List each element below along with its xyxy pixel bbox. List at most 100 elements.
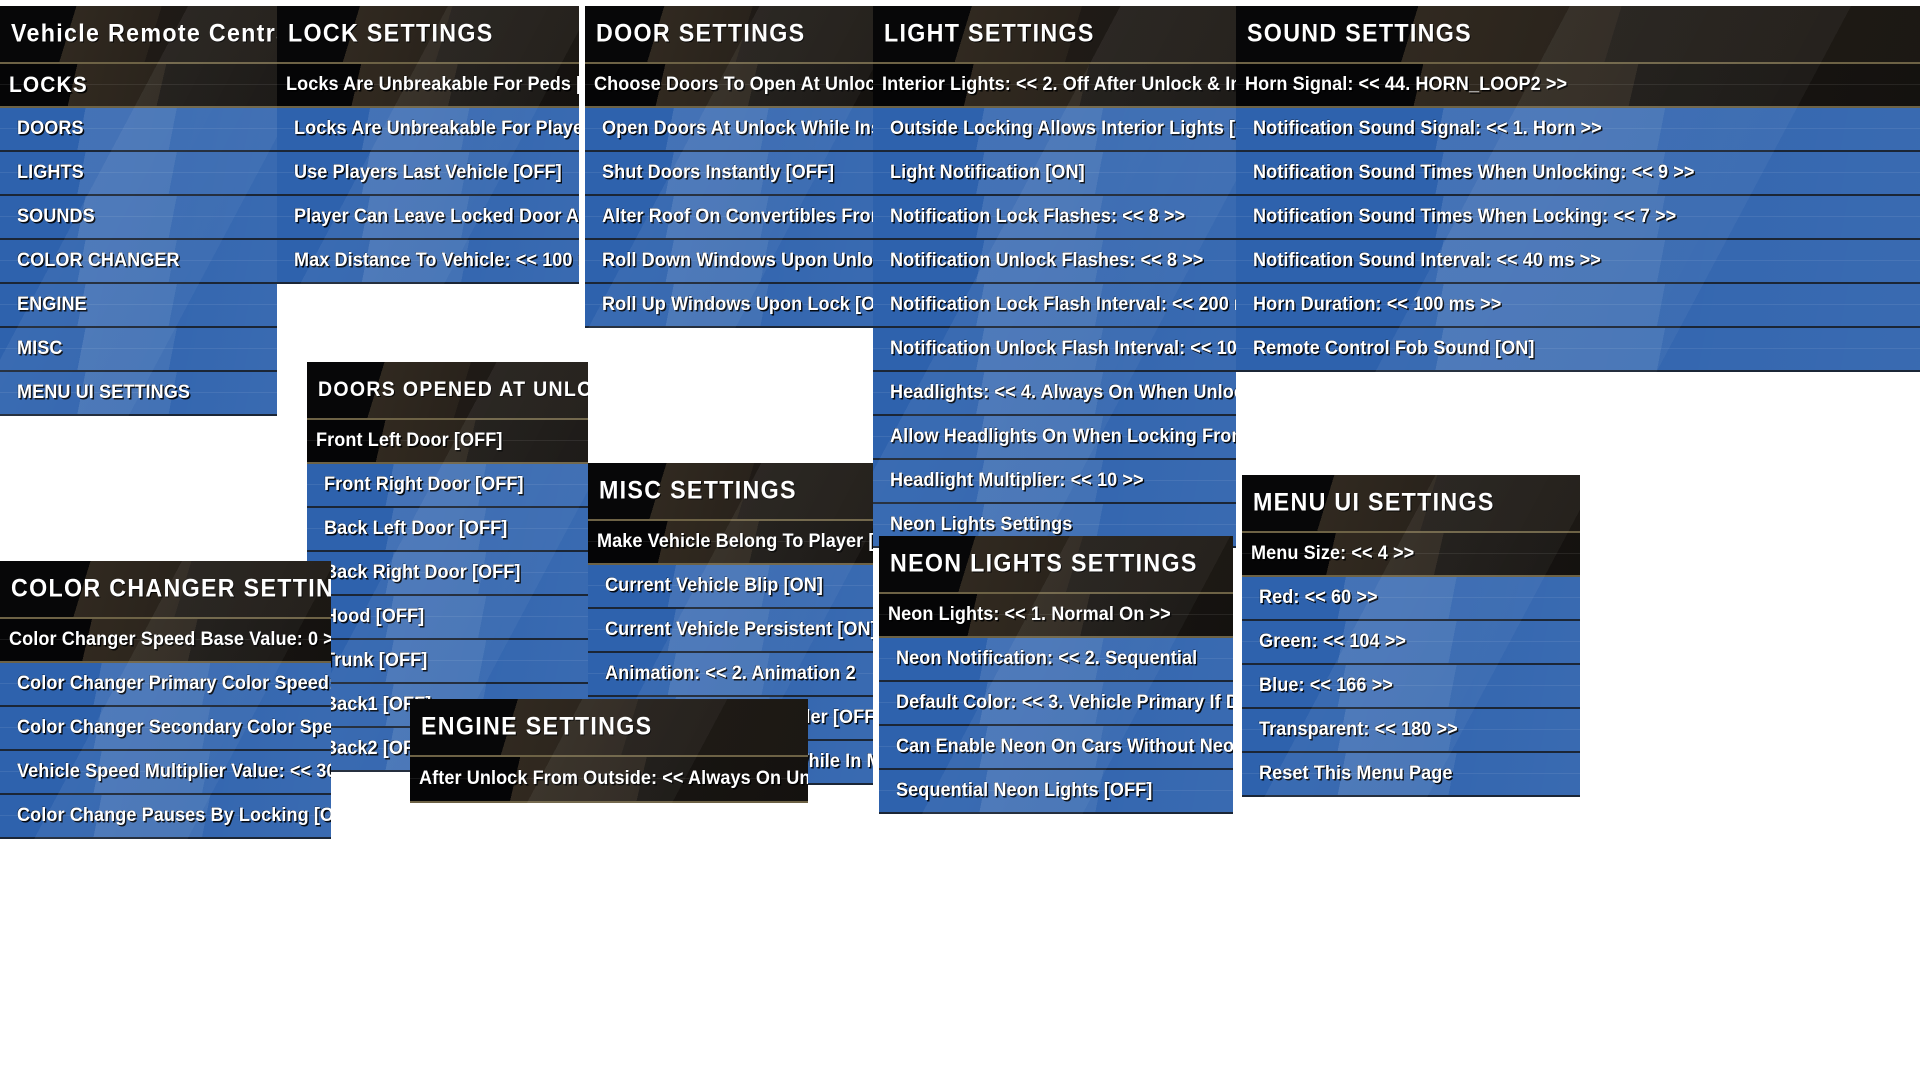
menu-item-player-can-leave-locked-door[interactable]: Player Can Leave Locked Door After Locki… (277, 196, 579, 240)
menu-item-label: Roll Up Windows Upon Lock [ON] (602, 294, 873, 315)
menu-screen: Vehicle Remote Central Locking 2.0 LOCKS… (0, 0, 1920, 1080)
menu-item-menu-size[interactable]: Menu Size: << 4 >> (1242, 533, 1580, 577)
menu-item-open-doors-at-unlock-while-inside[interactable]: Open Doors At Unlock While Inside [ON] (585, 108, 873, 152)
menu-item-after-unlock-from-outside[interactable]: After Unlock From Outside: << Always On … (410, 757, 808, 803)
menu-item-back-left-door[interactable]: Back Left Door [OFF] (307, 508, 588, 552)
panel-lock-settings-title: LOCK SETTINGS (288, 19, 494, 48)
menu-item-horn-signal[interactable]: Horn Signal: << 44. HORN_LOOP2 >> (1236, 64, 1920, 108)
menu-item-animation[interactable]: Animation: << 2. Animation 2 (588, 653, 873, 697)
menu-item-label: Neon Lights: << 1. Normal On >> (888, 604, 1171, 625)
panel-door-settings-header: DOOR SETTINGS (585, 6, 873, 64)
menu-item-current-vehicle-persistent[interactable]: Current Vehicle Persistent [ON] (588, 609, 873, 653)
panel-misc-settings-title: MISC SETTINGS (599, 476, 797, 505)
panel-engine-settings-title: ENGINE SETTINGS (421, 712, 653, 741)
menu-item-notification-sound-times-unlocking[interactable]: Notification Sound Times When Unlocking:… (1236, 152, 1920, 196)
menu-item-label: Transparent: << 180 >> (1259, 719, 1458, 740)
panel-color-changer-settings: COLOR CHANGER SETTINGS Color Changer Spe… (0, 561, 331, 839)
panel-locks-header: Vehicle Remote Central Locking 2.0 (0, 6, 277, 64)
menu-item-default-color[interactable]: Default Color: << 3. Vehicle Primary If … (879, 682, 1233, 726)
menu-item-label: Interior Lights: << 2. Off After Unlock … (882, 74, 1236, 95)
panel-menu-ui-title: MENU UI SETTINGS (1253, 488, 1495, 517)
panel-menu-ui-settings: MENU UI SETTINGS Menu Size: << 4 >> Red:… (1242, 475, 1580, 797)
menu-item-make-vehicle-belong-to-player[interactable]: Make Vehicle Belong To Player [ON] (588, 521, 873, 565)
menu-item-label: Make Vehicle Belong To Player [ON] (597, 531, 873, 552)
menu-item-horn-duration[interactable]: Horn Duration: << 100 ms >> (1236, 284, 1920, 328)
panel-locks-title: LOCKS (9, 72, 88, 97)
menu-item-front-left-door[interactable]: Front Left Door [OFF] (307, 420, 588, 464)
panel-lock-settings-header: LOCK SETTINGS (277, 6, 579, 64)
menu-item-label: Light Notification [ON] (890, 162, 1085, 183)
menu-item-notification-lock-flashes[interactable]: Notification Lock Flashes: << 8 >> (873, 196, 1236, 240)
menu-item-label: Remote Control Fob Sound [ON] (1253, 338, 1535, 359)
menu-item-notification-lock-flash-interval[interactable]: Notification Lock Flash Interval: << 200… (873, 284, 1236, 328)
menu-item-color-change-pauses-by-locking[interactable]: Color Change Pauses By Locking [ON] (0, 795, 331, 839)
sidebar-item-lights[interactable]: LIGHTS (0, 152, 277, 196)
menu-item-back-right-door[interactable]: Back Right Door [OFF] (307, 552, 588, 596)
menu-item-headlight-multiplier[interactable]: Headlight Multiplier: << 10 >> (873, 460, 1236, 504)
sidebar-item-sounds[interactable]: SOUNDS (0, 196, 277, 240)
sidebar-item-misc[interactable]: MISC (0, 328, 277, 372)
menu-item-hood[interactable]: Hood [OFF] (307, 596, 588, 640)
menu-item-can-enable-neon-without-neon[interactable]: Can Enable Neon On Cars Without Neon [ON… (879, 726, 1233, 770)
panel-door-settings: DOOR SETTINGS Choose Doors To Open At Un… (585, 6, 873, 328)
menu-item-notification-unlock-flashes[interactable]: Notification Unlock Flashes: << 8 >> (873, 240, 1236, 284)
menu-item-label: Notification Sound Interval: << 40 ms >> (1253, 250, 1601, 271)
menu-item-neon-notification[interactable]: Neon Notification: << 2. Sequential (879, 638, 1233, 682)
sidebar-item-menu-ui-settings[interactable]: MENU UI SETTINGS (0, 372, 277, 416)
panel-light-settings: LIGHT SETTINGS Interior Lights: << 2. Of… (873, 6, 1236, 548)
menu-item-allow-headlights-on-when-locking[interactable]: Allow Headlights On When Locking From Ou… (873, 416, 1236, 460)
panel-light-settings-title: LIGHT SETTINGS (884, 19, 1095, 48)
menu-item-notification-sound-times-locking[interactable]: Notification Sound Times When Locking: <… (1236, 196, 1920, 240)
menu-item-use-players-last-vehicle[interactable]: Use Players Last Vehicle [OFF] (277, 152, 579, 196)
menu-item-alter-roof-on-convertibles[interactable]: Alter Roof On Convertibles From Outside … (585, 196, 873, 240)
menu-item-label: Notification Unlock Flash Interval: << 1… (890, 338, 1236, 359)
menu-item-sequential-neon-lights[interactable]: Sequential Neon Lights [OFF] (879, 770, 1233, 814)
menu-item-label: Headlight Multiplier: << 10 >> (890, 470, 1144, 491)
menu-item-label: Current Vehicle Persistent [ON] (605, 619, 873, 640)
menu-item-interior-lights[interactable]: Interior Lights: << 2. Off After Unlock … (873, 64, 1236, 108)
menu-item-roll-down-windows-upon-unlock[interactable]: Roll Down Windows Upon Unlock [OFF] (585, 240, 873, 284)
menu-item-locks-unbreakable-peds[interactable]: Locks Are Unbreakable For Peds [ON] (277, 64, 579, 108)
menu-item-neon-lights[interactable]: Neon Lights: << 1. Normal On >> (879, 594, 1233, 638)
menu-item-current-vehicle-blip[interactable]: Current Vehicle Blip [ON] (588, 565, 873, 609)
menu-item-label: Color Changer Secondary Color Speed: << … (17, 717, 331, 738)
menu-item-remote-control-fob-sound[interactable]: Remote Control Fob Sound [ON] (1236, 328, 1920, 372)
sidebar-item-color-changer[interactable]: COLOR CHANGER (0, 240, 277, 284)
menu-item-roll-up-windows-upon-lock[interactable]: Roll Up Windows Upon Lock [ON] (585, 284, 873, 328)
menu-item-notification-sound-signal[interactable]: Notification Sound Signal: << 1. Horn >> (1236, 108, 1920, 152)
menu-item-trunk[interactable]: Trunk [OFF] (307, 640, 588, 684)
menu-item-light-notification[interactable]: Light Notification [ON] (873, 152, 1236, 196)
menu-item-label: Notification Sound Signal: << 1. Horn >> (1253, 118, 1602, 139)
menu-item-notification-unlock-flash-interval[interactable]: Notification Unlock Flash Interval: << 1… (873, 328, 1236, 372)
sidebar-item-engine[interactable]: ENGINE (0, 284, 277, 328)
menu-item-label: Vehicle Speed Multiplier Value: << 30 >> (17, 761, 331, 782)
menu-item-shut-doors-instantly[interactable]: Shut Doors Instantly [OFF] (585, 152, 873, 196)
panel-neon-lights-header: NEON LIGHTS SETTINGS (879, 536, 1233, 594)
menu-item-transparent[interactable]: Transparent: << 180 >> (1242, 709, 1580, 753)
panel-sound-settings-header: SOUND SETTINGS (1236, 6, 1920, 64)
menu-item-red[interactable]: Red: << 60 >> (1242, 577, 1580, 621)
menu-item-outside-locking-allows-interior-lights[interactable]: Outside Locking Allows Interior Lights [… (873, 108, 1236, 152)
menu-item-locks-unbreakable-player[interactable]: Locks Are Unbreakable For Player [OFF] (277, 108, 579, 152)
menu-item-max-distance-to-vehicle[interactable]: Max Distance To Vehicle: << 100 m >> (277, 240, 579, 284)
menu-item-blue[interactable]: Blue: << 166 >> (1242, 665, 1580, 709)
menu-item-front-right-door[interactable]: Front Right Door [OFF] (307, 464, 588, 508)
menu-item-label: After Unlock From Outside: << Always On … (419, 768, 808, 789)
menu-item-choose-doors-to-open[interactable]: Choose Doors To Open At Unlock (585, 64, 873, 108)
menu-item-label: Use Players Last Vehicle [OFF] (294, 162, 562, 183)
menu-item-color-changer-primary-color-speed[interactable]: Color Changer Primary Color Speed: << 1 … (0, 663, 331, 707)
menu-item-vehicle-speed-multiplier-value[interactable]: Vehicle Speed Multiplier Value: << 30 >> (0, 751, 331, 795)
menu-item-label: Hood [OFF] (324, 606, 425, 627)
menu-item-reset-this-menu-page[interactable]: Reset This Menu Page (1242, 753, 1580, 797)
panel-sound-settings-title: SOUND SETTINGS (1247, 19, 1472, 48)
sidebar-item-label: MENU UI SETTINGS (17, 382, 191, 403)
menu-item-notification-sound-interval[interactable]: Notification Sound Interval: << 40 ms >> (1236, 240, 1920, 284)
menu-item-color-changer-speed-base-value[interactable]: Color Changer Speed Base Value: 0 >> (0, 619, 331, 663)
menu-item-color-changer-secondary-color-speed[interactable]: Color Changer Secondary Color Speed: << … (0, 707, 331, 751)
menu-item-green[interactable]: Green: << 104 >> (1242, 621, 1580, 665)
menu-item-label: Notification Sound Times When Locking: <… (1253, 206, 1677, 227)
menu-item-label: Animation: << 2. Animation 2 (605, 663, 856, 684)
sidebar-item-doors[interactable]: DOORS (0, 108, 277, 152)
menu-item-headlights[interactable]: Headlights: << 4. Always On When Unlock … (873, 372, 1236, 416)
sidebar-item-label: MISC (17, 338, 63, 359)
